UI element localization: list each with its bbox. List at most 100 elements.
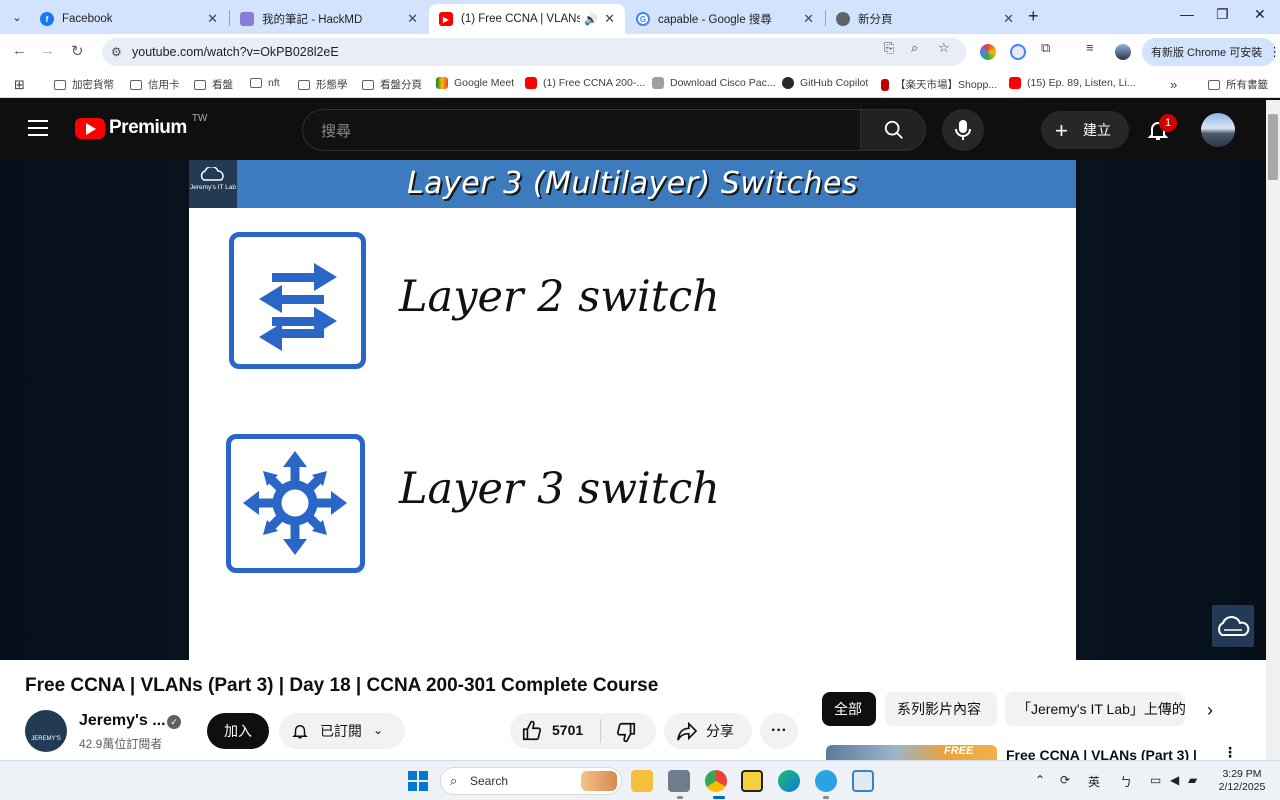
tab-hackmd[interactable]: 我的筆記 - HackMD ✕	[230, 4, 428, 34]
chevron-right-icon[interactable]: ›	[1207, 700, 1213, 721]
bookmark-star-icon[interactable]: ☆	[938, 40, 950, 56]
bookmarks-overflow-button[interactable]: »	[1170, 77, 1177, 92]
recommended-thumbnail[interactable]: FREE	[826, 745, 997, 760]
all-bookmarks-folder[interactable]: 所有書籤	[1208, 77, 1268, 92]
bookmark-link[interactable]: (15) Ep. 89, Listen, Li...	[1009, 77, 1136, 89]
extension-color-icon[interactable]	[980, 44, 996, 60]
tray-overflow-icon[interactable]: ⌃	[1035, 773, 1045, 787]
close-window-icon[interactable]: ✕	[1254, 6, 1266, 23]
folder-icon	[194, 79, 206, 90]
layer3-switch-icon	[226, 434, 365, 573]
chip-all[interactable]: 全部	[822, 692, 876, 726]
apps-grid-icon[interactable]: ⊞	[14, 77, 25, 93]
youtube-premium-logo[interactable]: Premium TW	[75, 113, 207, 139]
channel-avatar[interactable]: JEREMY'S	[25, 710, 67, 752]
channel-watermark[interactable]	[1212, 605, 1254, 647]
windows-start-icon[interactable]	[408, 771, 428, 791]
folder-icon	[54, 79, 66, 90]
close-tab-icon[interactable]: ✕	[1003, 11, 1014, 27]
media-control-icon[interactable]: ≡	[1086, 40, 1094, 55]
tab-google[interactable]: G capable - Google 搜尋 ✕	[626, 4, 824, 34]
new-tab-button[interactable]: +	[1028, 6, 1039, 27]
close-tab-icon[interactable]: ✕	[207, 11, 218, 27]
notepad-icon[interactable]	[852, 770, 874, 792]
bookmark-folder[interactable]: 看盤	[194, 77, 233, 92]
volume-icon[interactable]: ◀	[1170, 773, 1179, 787]
recommended-title[interactable]: Free CCNA | VLANs (Part 3) |	[1006, 747, 1206, 760]
taskbar-clock[interactable]: 3:29 PM 2/12/2025	[1216, 768, 1268, 794]
subscribed-button[interactable]: 已訂閱 ⌄	[279, 713, 405, 749]
tab-facebook[interactable]: f Facebook ✕	[30, 4, 228, 34]
bookmark-link[interactable]: GitHub Copilot	[782, 77, 868, 89]
tab-search-button[interactable]: ⌄	[6, 6, 28, 28]
search-input[interactable]: 搜尋	[302, 109, 862, 151]
minimize-icon[interactable]: —	[1180, 6, 1194, 22]
tab-youtube-active[interactable]: ▶ (1) Free CCNA | VLANs (Part 🔊 ✕	[429, 4, 625, 34]
chrome-update-button[interactable]: 有新版 Chrome 可安裝 ⋮	[1142, 38, 1276, 66]
bookmark-link[interactable]: Download Cisco Pac...	[652, 77, 776, 89]
ime-indicator[interactable]: 英	[1088, 773, 1100, 790]
tab-new-tab[interactable]: 新分頁 ✕	[826, 4, 1024, 34]
video-slide[interactable]: Jeremy's IT Lab Layer 3 (Multilayer) Swi…	[189, 160, 1076, 660]
close-tab-icon[interactable]: ✕	[604, 11, 615, 27]
share-button[interactable]: 分享	[664, 713, 752, 749]
bookmark-link[interactable]: Google Meet	[436, 77, 514, 89]
zoom-icon[interactable]: ⌕	[911, 40, 918, 56]
create-button[interactable]: + 建立	[1041, 111, 1129, 149]
close-tab-icon[interactable]: ✕	[803, 11, 814, 27]
menu-hamburger-icon[interactable]	[28, 120, 48, 136]
ime-mode-icon[interactable]: ㄅ	[1120, 773, 1132, 790]
bookmark-folder[interactable]: 信用卡	[130, 77, 180, 92]
page-scrollbar[interactable]	[1266, 100, 1280, 760]
bookmark-link[interactable]: 【楽天市場】Shopp...	[881, 77, 997, 92]
youtube-icon: ▶	[439, 12, 453, 26]
install-app-icon[interactable]: ⎘	[884, 40, 894, 56]
bookmark-folder[interactable]: nft	[250, 77, 280, 89]
forward-icon[interactable]: →	[40, 42, 55, 59]
chrome-icon	[836, 12, 850, 26]
battery-icon[interactable]: ▰	[1188, 773, 1197, 787]
extensions-puzzle-icon[interactable]: ⧉	[1041, 40, 1050, 56]
profile-avatar-icon[interactable]	[1115, 44, 1131, 60]
audio-playing-icon[interactable]: 🔊	[584, 13, 598, 26]
dislike-thumb-icon[interactable]	[615, 721, 637, 743]
url-field[interactable]: ⚙ youtube.com/watch?v=OkPB028l2eE	[102, 38, 966, 66]
chip-channel-uploads[interactable]: 「Jeremy's IT Lab」上傳的	[1005, 692, 1185, 726]
search-button[interactable]	[860, 109, 926, 151]
bookmark-folder[interactable]: 加密貨幣	[54, 77, 114, 92]
channel-name[interactable]: Jeremy's ...	[79, 712, 166, 730]
bookmark-link[interactable]: (1) Free CCNA 200-...	[525, 77, 645, 89]
chip-series[interactable]: 系列影片內容	[885, 692, 997, 726]
like-count[interactable]: 5701	[552, 722, 583, 738]
voice-search-button[interactable]	[942, 109, 984, 151]
folder-icon	[362, 79, 374, 90]
taskbar-search[interactable]: ⌕ Search	[440, 767, 622, 795]
join-button[interactable]: 加入	[207, 713, 269, 749]
edge-icon[interactable]	[778, 770, 800, 792]
chrome-taskbar-icon[interactable]	[705, 770, 727, 792]
sticky-app-icon[interactable]	[741, 770, 763, 792]
bookmark-folder[interactable]: 看盤分頁	[362, 77, 422, 92]
account-avatar[interactable]	[1201, 113, 1235, 147]
bookmark-folder[interactable]: 形態學	[298, 77, 348, 92]
app-icon[interactable]	[668, 770, 690, 792]
restore-icon[interactable]: ❐	[1216, 6, 1229, 23]
telegram-icon[interactable]	[815, 770, 837, 792]
like-thumb-icon[interactable]	[521, 720, 543, 742]
address-bar-row: ← → ↻ ⚙ youtube.com/watch?v=OkPB028l2eE …	[0, 34, 1280, 70]
reload-icon[interactable]: ↻	[71, 42, 84, 60]
folder-icon	[298, 79, 310, 90]
close-tab-icon[interactable]: ✕	[407, 11, 418, 27]
search-icon	[884, 120, 903, 139]
file-explorer-icon[interactable]	[631, 770, 653, 792]
search-icon: ⌕	[450, 773, 458, 788]
extension-icon[interactable]	[1010, 44, 1026, 60]
more-actions-button[interactable]: ···	[760, 713, 798, 749]
page-scrollbar-thumb[interactable]	[1268, 114, 1278, 180]
recommended-more-icon[interactable]: ⋮	[1223, 744, 1237, 760]
site-info-icon[interactable]: ⚙	[111, 45, 122, 59]
network-icon[interactable]: ▭	[1150, 773, 1161, 787]
sync-icon[interactable]: ⟳	[1060, 773, 1070, 787]
back-icon[interactable]: ←	[12, 42, 27, 59]
share-arrow-icon	[677, 721, 698, 741]
